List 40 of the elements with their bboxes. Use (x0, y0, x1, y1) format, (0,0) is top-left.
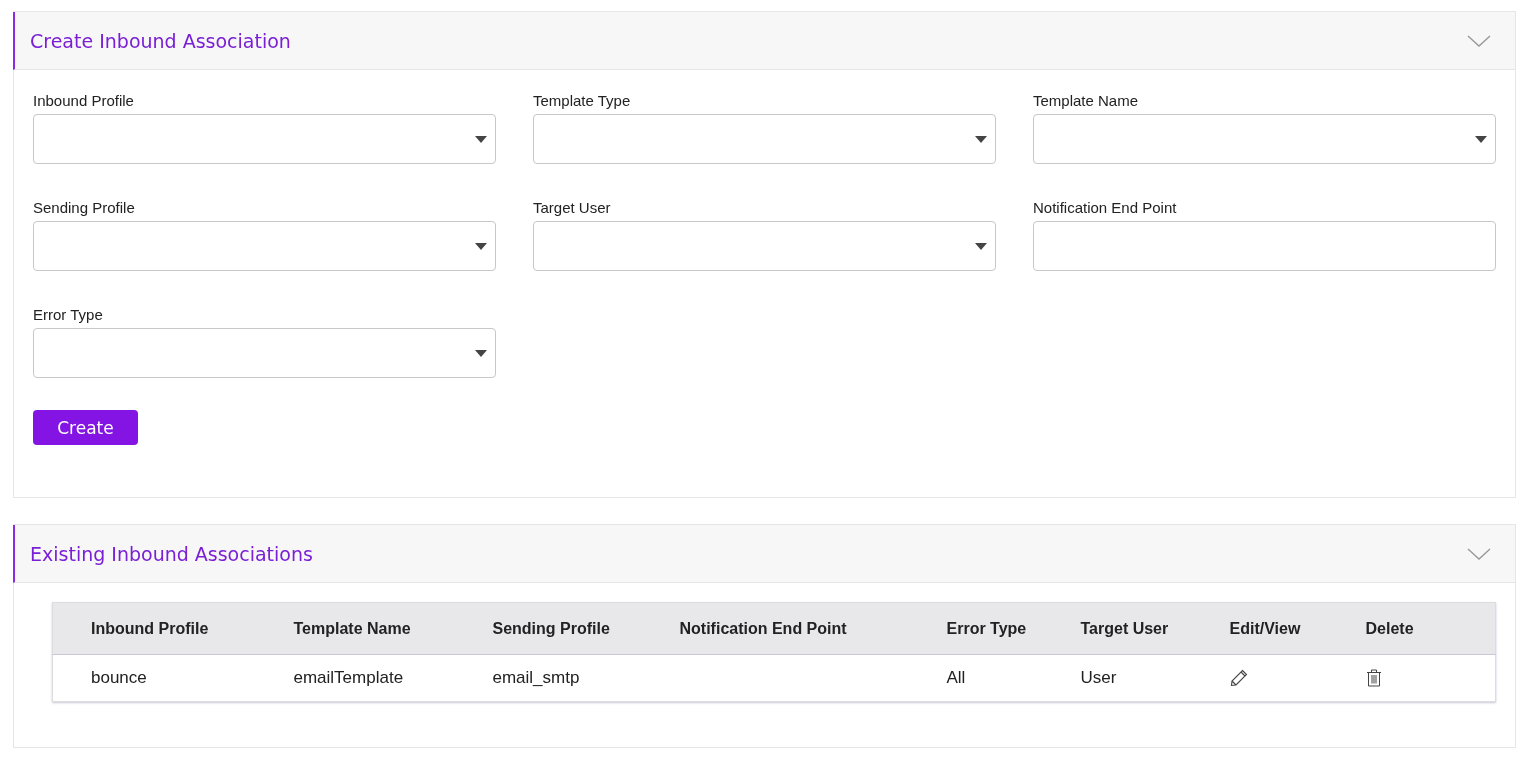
dropdown-field[interactable] (1033, 114, 1496, 164)
create-button[interactable]: Create (33, 410, 138, 445)
column-header: Target User (1080, 602, 1230, 655)
field-label: Notification End Point (1033, 199, 1178, 216)
input-field[interactable] (1033, 221, 1496, 271)
dropdown-field[interactable] (533, 221, 996, 271)
column-header: Notification End Point (679, 602, 947, 655)
column-header: Delete (1365, 602, 1496, 655)
dropdown-field[interactable] (33, 221, 496, 271)
field-label: Sending Profile (33, 199, 136, 216)
field-label: Target User (533, 199, 612, 216)
dropdown-field[interactable] (33, 328, 496, 378)
field-label: Inbound Profile (33, 92, 135, 109)
chevron-down-icon[interactable] (1467, 34, 1491, 47)
column-header: Sending Profile (492, 602, 680, 655)
caret-icon (475, 243, 487, 250)
trash-icon[interactable] (1365, 669, 1382, 687)
table-cell: email_smtp (492, 668, 580, 687)
column-header: Edit/View (1229, 602, 1366, 655)
caret-icon (475, 350, 487, 357)
caret-icon (975, 243, 987, 250)
table-cell: bounce (91, 668, 147, 687)
caret-icon (1475, 136, 1487, 143)
dropdown-field[interactable] (533, 114, 996, 164)
table-cell: All (946, 668, 966, 687)
chevron-down-icon[interactable] (1467, 547, 1491, 560)
field-label: Error Type (33, 306, 104, 323)
table-cell: emailTemplate (293, 668, 404, 687)
table-cell: User (1080, 668, 1117, 687)
pencil-icon[interactable] (1229, 669, 1248, 687)
caret-icon (975, 136, 987, 143)
column-header: Inbound Profile (52, 602, 294, 655)
column-header: Template Name (293, 602, 493, 655)
column-header: Error Type (946, 602, 1081, 655)
panel-title: Existing Inbound Associations (30, 542, 313, 565)
field-label: Template Type (533, 92, 632, 109)
caret-icon (475, 136, 487, 143)
panel-title: Create Inbound Association (30, 29, 291, 52)
field-label: Template Name (1033, 92, 1140, 109)
dropdown-field[interactable] (33, 114, 496, 164)
